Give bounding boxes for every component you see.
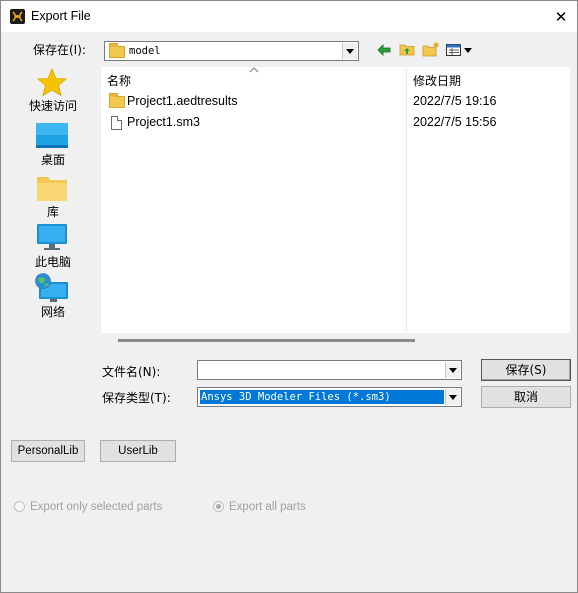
place-network[interactable]: 网络 [15, 273, 91, 319]
place-this-pc[interactable]: 此电脑 [15, 223, 91, 269]
filename-label: 文件名(N): [102, 365, 161, 379]
place-quick-access[interactable]: 快速访问 [15, 67, 91, 115]
view-menu-icon[interactable] [446, 44, 474, 56]
app-icon [10, 9, 25, 24]
chevron-down-icon[interactable] [445, 389, 460, 405]
file-name: Project1.sm3 [127, 115, 200, 129]
horizontal-scrollbar[interactable] [118, 339, 415, 342]
folder-icon [109, 43, 125, 58]
network-icon [35, 273, 68, 302]
export-all-radio[interactable] [213, 501, 224, 512]
export-all-label: Export all parts [229, 501, 306, 513]
personal-lib-button[interactable]: PersonalLib [11, 440, 85, 462]
chevron-down-icon[interactable] [342, 43, 357, 59]
library-folder-icon [37, 177, 67, 201]
desktop-icon [36, 123, 68, 148]
place-label: 此电脑 [34, 255, 71, 269]
filename-input[interactable] [197, 360, 462, 380]
place-label: 库 [46, 205, 59, 219]
new-folder-icon[interactable] [422, 41, 440, 57]
place-label: 网络 [40, 305, 65, 319]
column-header-date[interactable]: 修改日期 [413, 72, 461, 89]
export-selected-label: Export only selected parts [30, 501, 163, 513]
file-row[interactable]: Project1.aedtresults 2022/7/5 19:16 [101, 92, 570, 112]
chevron-down-icon[interactable] [445, 362, 460, 378]
place-label: 桌面 [40, 153, 65, 167]
save-in-dropdown[interactable]: model [104, 41, 359, 61]
sort-ascending-icon [249, 67, 259, 73]
up-folder-icon[interactable] [399, 42, 415, 56]
back-arrow-icon[interactable] [377, 44, 391, 56]
close-icon: ✕ [554, 8, 568, 26]
place-desktop[interactable]: 桌面 [15, 121, 91, 167]
place-library[interactable]: 库 [15, 173, 91, 219]
column-header-name[interactable]: 名称 [107, 72, 131, 89]
export-file-dialog: Export File ✕ 保存在(I): model 快速访问 桌面 库 此电… [0, 0, 578, 593]
star-icon [37, 68, 67, 97]
close-button[interactable]: ✕ [549, 7, 573, 27]
export-selected-radio[interactable] [14, 501, 25, 512]
filetype-dropdown[interactable]: Ansys 3D Modeler Files (*.sm3) [197, 387, 462, 407]
file-date: 2022/7/5 19:16 [413, 94, 497, 108]
file-icon [111, 116, 122, 130]
user-lib-button[interactable]: UserLib [100, 440, 176, 462]
save-in-label: 保存在(I): [33, 43, 86, 57]
file-name: Project1.aedtresults [127, 94, 238, 108]
place-label: 快速访问 [28, 99, 77, 113]
filetype-value: Ansys 3D Modeler Files (*.sm3) [201, 391, 391, 403]
cancel-button[interactable]: 取消 [481, 386, 571, 408]
file-row[interactable]: Project1.sm3 2022/7/5 15:56 [101, 113, 570, 133]
save-button[interactable]: 保存(S) [481, 359, 571, 381]
title-bar: Export File ✕ [1, 1, 577, 32]
file-date: 2022/7/5 15:56 [413, 115, 497, 129]
filetype-label: 保存类型(T): [102, 391, 171, 405]
file-list[interactable]: 名称 修改日期 Project1.aedtresults 2022/7/5 19… [101, 67, 570, 333]
computer-icon [37, 224, 67, 250]
folder-icon [109, 93, 125, 108]
save-in-value: model [129, 45, 161, 57]
window-title: Export File [31, 9, 91, 23]
